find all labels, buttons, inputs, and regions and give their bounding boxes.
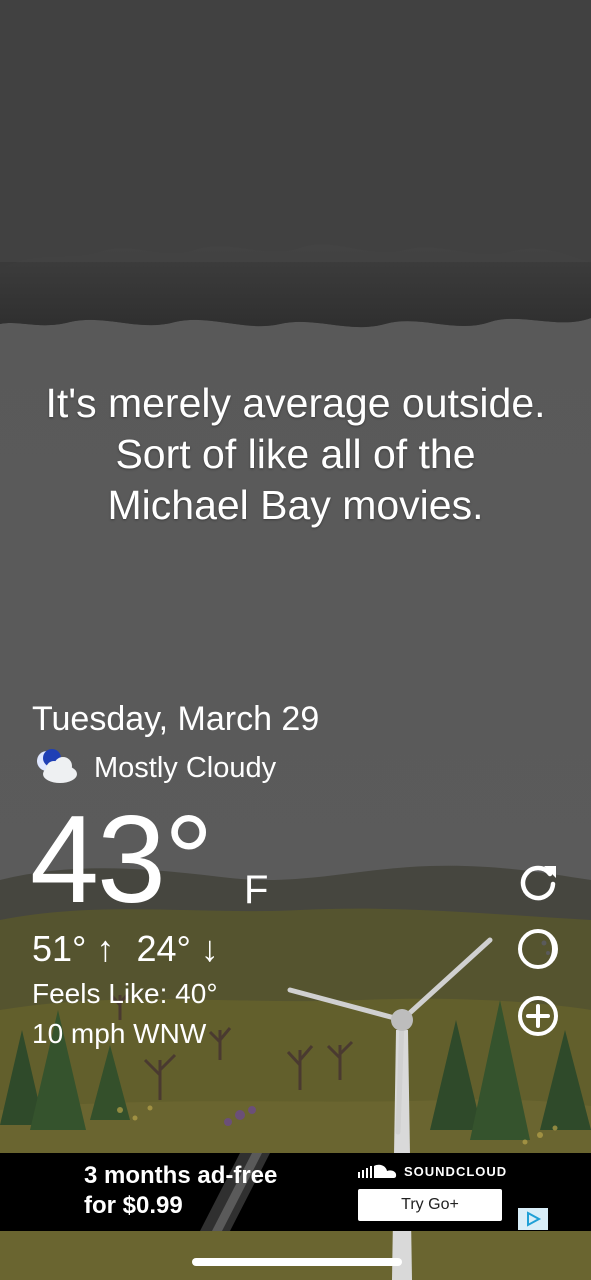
- current-temperature: 43°: [30, 791, 214, 929]
- refresh-icon: [520, 865, 556, 901]
- theme-button[interactable]: [516, 927, 560, 971]
- quip-line-3: Michael Bay movies.: [107, 482, 484, 528]
- high-low-row: 51° ↑ 24° ↓: [32, 928, 241, 970]
- condition-text: Mostly Cloudy: [94, 751, 277, 784]
- home-indicator[interactable]: [192, 1258, 402, 1266]
- ad-banner[interactable]: 3 months ad-free for $0.99 SOUNDCLOUD Tr…: [0, 1153, 591, 1231]
- moon-icon: [518, 929, 558, 969]
- low-arrow-icon: ↓: [200, 928, 219, 969]
- soundcloud-logo-icon: [358, 1164, 397, 1178]
- refresh-button[interactable]: [516, 860, 560, 904]
- add-circle-icon: [518, 996, 558, 1036]
- ad-choices-icon[interactable]: [518, 1208, 548, 1230]
- ad-line-1: 3 months ad-free: [84, 1162, 278, 1189]
- quip-line-2: Sort of like all of the: [115, 431, 476, 477]
- forecast-date: Tuesday, March 29: [32, 700, 320, 738]
- ad-line-2: for $0.99: [84, 1192, 183, 1219]
- partly-cloudy-night-icon: [37, 749, 77, 783]
- soundcloud-brand: SOUNDCLOUD: [358, 1163, 507, 1179]
- ad-brand-name: SOUNDCLOUD: [404, 1163, 508, 1179]
- storm-cloud-band: [0, 0, 591, 328]
- feels-like: Feels Like: 40°: [32, 978, 218, 1009]
- weather-quip: It's merely average outside. Sort of lik…: [20, 378, 571, 531]
- try-go-plus-button[interactable]: Try Go+: [358, 1189, 502, 1221]
- quip-line-1: It's merely average outside.: [45, 380, 546, 426]
- wind-info: 10 mph WNW: [32, 1018, 207, 1049]
- temperature-unit: F: [244, 868, 269, 912]
- high-arrow-icon: ↑: [96, 928, 115, 969]
- ad-headline: 3 months ad-free for $0.99: [84, 1161, 277, 1221]
- low-temperature: 24°: [136, 928, 191, 969]
- condition-row: Mostly Cloudy: [32, 748, 276, 788]
- add-location-button[interactable]: [516, 994, 560, 1038]
- high-temperature: 51°: [32, 928, 87, 969]
